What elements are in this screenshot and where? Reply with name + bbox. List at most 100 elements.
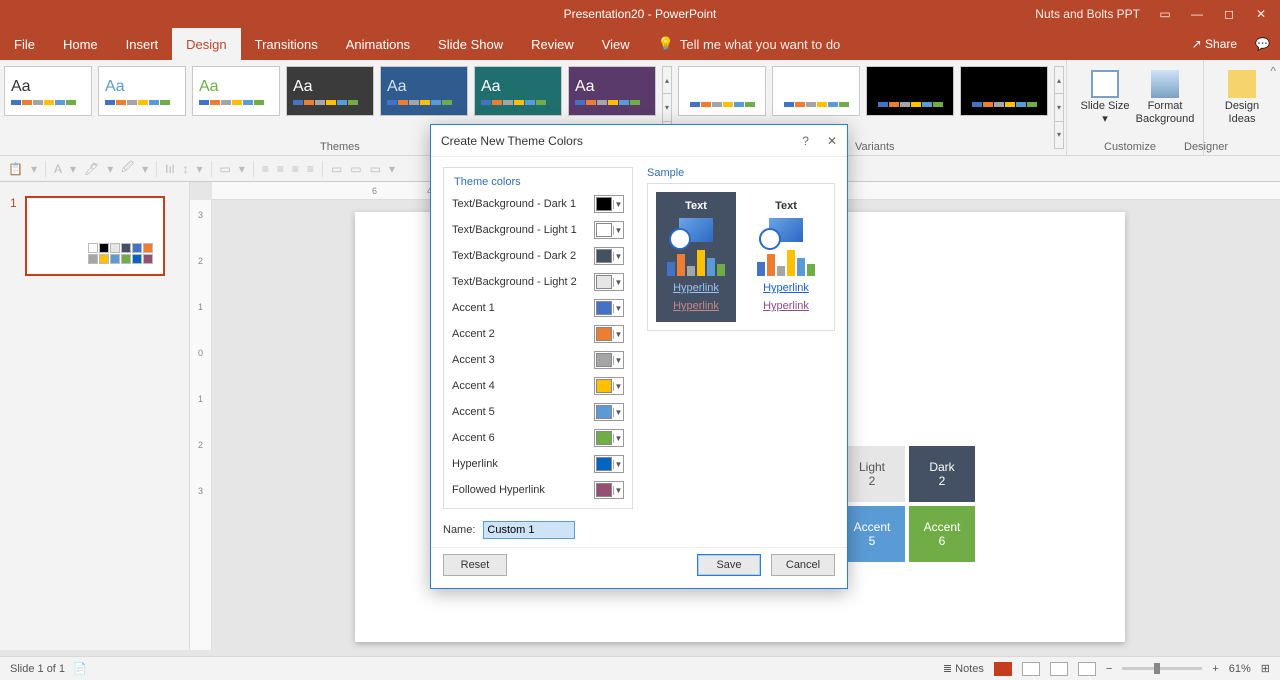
zoom-out-button[interactable]: − <box>1106 663 1112 675</box>
variant-thumb-1[interactable] <box>772 66 860 116</box>
spellcheck-icon[interactable]: 📄 <box>73 662 87 675</box>
customize-group-label: Customize <box>1104 141 1156 153</box>
save-button[interactable]: Save <box>697 554 761 576</box>
theme-thumb-2[interactable]: Aa <box>192 66 280 116</box>
share-label: Share <box>1205 37 1237 51</box>
reset-button[interactable]: Reset <box>443 554 507 576</box>
sample-legend: Sample <box>647 167 835 179</box>
slide-size-label: Slide Size <box>1081 100 1130 113</box>
theme-thumb-0[interactable]: Aa <box>4 66 92 116</box>
reading-view-button[interactable] <box>1050 662 1068 676</box>
zoom-in-button[interactable]: + <box>1212 663 1218 675</box>
accent-cell: Accent5 <box>839 506 905 562</box>
sample-shape-icon <box>679 218 713 242</box>
dialog-title: Create New Theme Colors <box>441 134 583 148</box>
sample-shape-icon <box>769 218 803 242</box>
tab-transitions[interactable]: Transitions <box>241 28 332 60</box>
paste-icon: 📋 <box>8 162 23 176</box>
close-icon[interactable]: ✕ <box>1254 7 1268 21</box>
minimize-icon[interactable]: — <box>1190 7 1204 21</box>
variant-thumb-0[interactable] <box>678 66 766 116</box>
tab-animations[interactable]: Animations <box>332 28 424 60</box>
slide-counter: Slide 1 of 1 <box>10 663 65 675</box>
color-label: Text/Background - Light 2 <box>452 276 577 288</box>
zoom-slider[interactable] <box>1122 667 1202 670</box>
color-label: Accent 5 <box>452 406 495 418</box>
color-dropdown[interactable]: ▼ <box>594 247 624 265</box>
design-ideas-label: Design Ideas <box>1214 100 1270 126</box>
share-button[interactable]: ↗ Share <box>1192 37 1237 51</box>
tab-home[interactable]: Home <box>49 28 112 60</box>
color-label: Accent 6 <box>452 432 495 444</box>
variant-thumb-3[interactable] <box>960 66 1048 116</box>
theme-name-input[interactable] <box>483 521 575 539</box>
ribbon-tabs: File Home Insert Design Transitions Anim… <box>0 28 1280 60</box>
theme-thumb-4[interactable]: Aa <box>380 66 468 116</box>
ribbon-display-icon[interactable]: ▭ <box>1158 7 1172 21</box>
tab-design[interactable]: Design <box>172 28 240 60</box>
tab-insert[interactable]: Insert <box>112 28 173 60</box>
color-row-7: Accent 4▼ <box>452 376 624 396</box>
tab-view[interactable]: View <box>588 28 644 60</box>
tab-slideshow[interactable]: Slide Show <box>424 28 517 60</box>
fit-window-button[interactable]: ⊞ <box>1261 662 1270 675</box>
maximize-icon[interactable]: ◻ <box>1222 7 1236 21</box>
color-row-6: Accent 3 ▼ <box>452 350 624 370</box>
color-dropdown[interactable]: ▼ <box>594 273 624 291</box>
color-dropdown[interactable]: ▼ <box>594 377 624 395</box>
color-dropdown[interactable]: ▼ <box>594 299 624 317</box>
color-row-9: Accent 6 ▼ <box>452 428 624 448</box>
design-ideas-icon <box>1228 70 1256 98</box>
color-row-1: Text/Background - Light 1▼ <box>452 220 624 240</box>
slide-size-button[interactable]: Slide Size ▾ <box>1077 66 1133 149</box>
tab-file[interactable]: File <box>0 28 49 60</box>
color-dropdown[interactable]: ▼ <box>594 403 624 421</box>
theme-thumb-1[interactable]: Aa <box>98 66 186 116</box>
sample-dark: Text Hyperlink Hyperlink <box>656 192 736 322</box>
help-icon[interactable]: ? <box>802 134 809 148</box>
notes-button[interactable]: ≣ Notes <box>943 662 984 675</box>
color-label: Text/Background - Dark 1 <box>452 198 576 210</box>
format-background-button[interactable]: Format Background <box>1137 66 1193 149</box>
theme-thumb-6[interactable]: Aa <box>568 66 656 116</box>
accent-cell: Light2 <box>839 446 905 502</box>
normal-view-button[interactable] <box>994 662 1012 676</box>
slide-size-icon <box>1091 70 1119 98</box>
variants-scroll[interactable]: ▴▾▾ <box>1054 66 1064 149</box>
tell-me[interactable]: 💡 Tell me what you want to do <box>644 28 841 60</box>
account-name[interactable]: Nuts and Bolts PPT <box>1035 7 1140 21</box>
design-ideas-button[interactable]: Design Ideas <box>1214 66 1270 149</box>
slideshow-view-button[interactable] <box>1078 662 1096 676</box>
color-label: Text/Background - Dark 2 <box>452 250 576 262</box>
zoom-level[interactable]: 61% <box>1229 663 1251 675</box>
variant-thumb-2[interactable] <box>866 66 954 116</box>
color-dropdown[interactable]: ▼ <box>594 195 624 213</box>
ruler-vertical: 3210123 <box>190 200 212 650</box>
color-row-10: Hyperlink▼ <box>452 454 624 474</box>
color-dropdown[interactable]: ▼ <box>594 481 624 499</box>
color-dropdown[interactable]: ▼ <box>594 221 624 239</box>
color-label: Followed Hyperlink <box>452 484 545 496</box>
sample-hyperlink-light: Hyperlink <box>763 282 809 294</box>
theme-thumb-3[interactable]: Aa <box>286 66 374 116</box>
slide-thumbnail-1[interactable] <box>25 196 165 276</box>
color-label: Accent 3 <box>452 354 495 366</box>
color-row-11: Followed Hyperlink ▼ <box>452 480 624 500</box>
color-dropdown[interactable]: ▼ <box>594 325 624 343</box>
color-dropdown[interactable]: ▼ <box>594 455 624 473</box>
cancel-button[interactable]: Cancel <box>771 554 835 576</box>
comments-icon[interactable]: 💬 <box>1255 37 1270 51</box>
dialog-titlebar[interactable]: Create New Theme Colors ? ✕ <box>431 125 847 157</box>
sorter-view-button[interactable] <box>1022 662 1040 676</box>
color-dropdown[interactable]: ▼ <box>594 351 624 369</box>
color-dropdown[interactable]: ▼ <box>594 429 624 447</box>
slide-panel[interactable]: 1 <box>0 182 190 650</box>
designer-group-label: Designer <box>1184 141 1228 153</box>
theme-colors-fieldset: Theme colors Text/Background - Dark 1▼Te… <box>443 167 633 509</box>
theme-thumb-5[interactable]: Aa <box>474 66 562 116</box>
tab-review[interactable]: Review <box>517 28 588 60</box>
dialog-close-icon[interactable]: ✕ <box>827 134 837 148</box>
sample-hyperlink-dark: Hyperlink <box>673 282 719 294</box>
color-row-3: Text/Background - Light 2 ▼ <box>452 272 624 292</box>
collapse-ribbon-icon[interactable]: ^ <box>1270 64 1276 78</box>
